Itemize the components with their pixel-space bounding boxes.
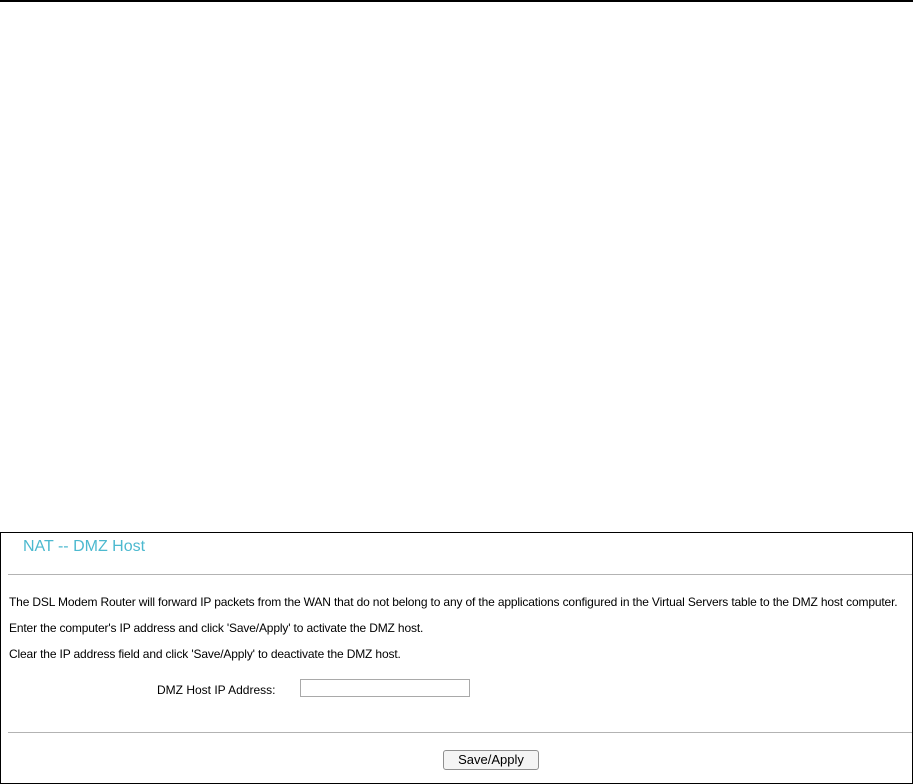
description-forwarding: The DSL Modem Router will forward IP pac… [9,595,898,609]
description-activate: Enter the computer's IP address and clic… [9,621,424,635]
actions-divider [8,732,912,733]
top-border-line [0,0,913,2]
save-apply-button[interactable]: Save/Apply [443,750,539,770]
dmz-host-ip-input[interactable] [300,679,470,697]
page-title: NAT -- DMZ Host [23,538,146,555]
dmz-host-panel: NAT -- DMZ Host The DSL Modem Router wil… [0,532,913,784]
dmz-host-ip-label: DMZ Host IP Address: [157,683,276,697]
title-divider [8,574,912,575]
description-deactivate: Clear the IP address field and click 'Sa… [9,647,401,661]
